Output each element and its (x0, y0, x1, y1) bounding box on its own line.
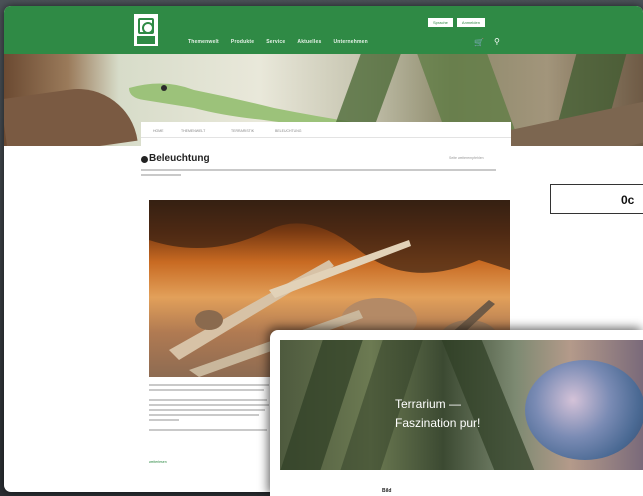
site-header: Themenwelt Produkte Service Aktuelles Un… (4, 6, 643, 54)
sun-icon (141, 156, 148, 163)
breadcrumb-item[interactable]: BELEUCHTUNG (275, 129, 301, 133)
breadcrumb-item[interactable]: HOME (153, 129, 164, 133)
nav-item-themenwelt[interactable]: Themenwelt (188, 39, 219, 45)
lizard-image (129, 83, 359, 128)
language-button[interactable]: Sprache (428, 18, 453, 27)
chameleon-image (525, 360, 643, 460)
breadcrumb-item[interactable]: TERRARISTIK (231, 129, 254, 133)
browser-window-secondary: Terrarium — Faszination pur! Bild (270, 330, 643, 496)
breadcrumb: HOME THEMENWELT TERRARISTIK BELEUCHTUNG (141, 126, 511, 138)
breadcrumb-item[interactable]: THEMENWELT (181, 129, 205, 133)
intro-paragraph (141, 169, 501, 179)
site-logo[interactable] (134, 14, 158, 46)
read-more-link[interactable]: weiterlesen (149, 460, 167, 464)
login-button[interactable]: Anmelden (456, 18, 485, 27)
terrarium-hero: Terrarium — Faszination pur! (280, 340, 643, 470)
hero-title: Terrarium — Faszination pur! (395, 395, 480, 433)
overlay-label: 0c (550, 184, 643, 214)
hero-title-line-2: Faszination pur! (395, 416, 481, 430)
search-icon[interactable]: ⚲ (494, 37, 500, 46)
page-title: Beleuchtung (149, 153, 210, 164)
share-link[interactable]: Seite weiterempfehlen (449, 156, 484, 160)
nav-item-service[interactable]: Service (266, 39, 285, 45)
nav-item-aktuelles[interactable]: Aktuelles (297, 39, 321, 45)
main-nav: Themenwelt Produkte Service Aktuelles Un… (188, 39, 368, 45)
nav-item-produkte[interactable]: Produkte (231, 39, 254, 45)
body-paragraph (149, 384, 269, 434)
nav-item-unternehmen[interactable]: Unternehmen (333, 39, 367, 45)
header-top-buttons: Sprache Anmelden (428, 18, 485, 27)
hero-title-line-1: Terrarium — (395, 397, 462, 411)
subheading: Bild (382, 488, 392, 494)
cart-icon[interactable]: 🛒 (474, 38, 484, 47)
